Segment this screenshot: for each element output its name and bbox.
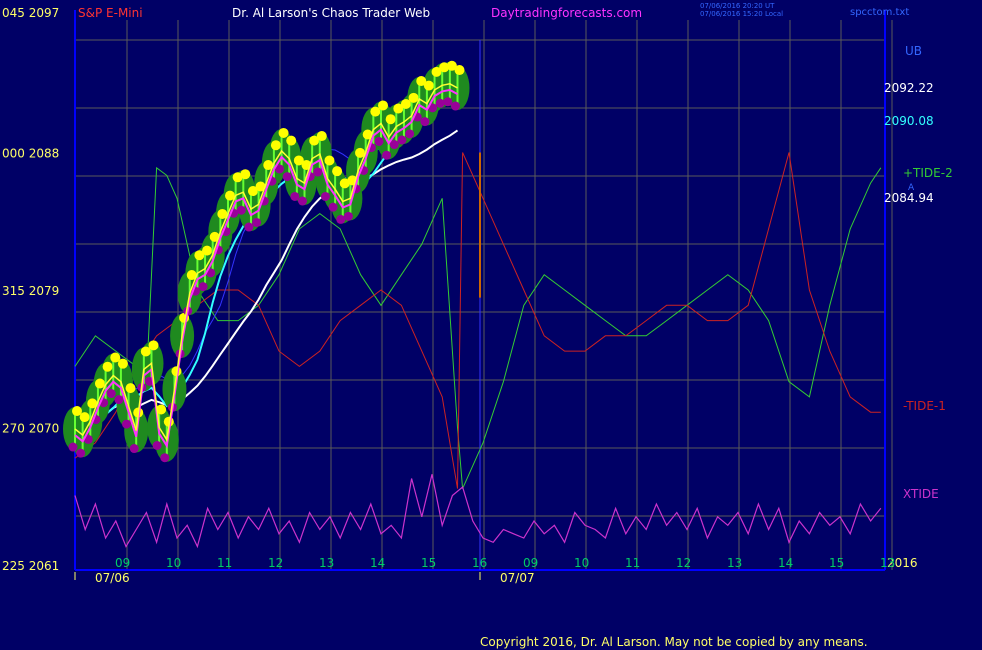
price-low-dot	[122, 419, 132, 429]
file-label: spcctom.txt	[850, 7, 909, 18]
x-tick-label: 11	[625, 556, 640, 570]
timestamp-utc: 07/06/2016 20:20 UT	[700, 2, 775, 10]
copyright: Copyright 2016, Dr. Al Larson. May not b…	[480, 635, 868, 649]
tide-lines	[74, 152, 882, 549]
price-low-dot	[152, 441, 162, 450]
y-tick-label: 270 2070	[2, 422, 59, 436]
price-high-dot	[94, 378, 105, 389]
x-tick-label: 10	[166, 556, 181, 570]
x-tick-label: 09	[523, 556, 538, 570]
x-tick-label: 14	[778, 556, 793, 570]
price-high-dot	[148, 340, 159, 351]
x-tick-label: 15	[829, 556, 844, 570]
x-tick-label: 11	[217, 556, 232, 570]
price-high-dot	[408, 92, 419, 103]
price-low-dot	[298, 196, 307, 206]
price-low-dot	[290, 191, 300, 201]
x-tick-label: 09	[115, 556, 130, 570]
price-low-dot	[252, 217, 262, 227]
price-low-dot	[443, 97, 453, 107]
tide-minus-line	[74, 152, 881, 489]
price-high-dot	[278, 127, 289, 138]
price-high-dot	[79, 412, 90, 423]
ub-value-label: 2092.22	[884, 81, 934, 95]
price-low-dot	[405, 129, 415, 139]
date-label: 07/06	[95, 571, 130, 585]
x-tick-label: 13	[880, 556, 895, 570]
price-low-dot	[343, 211, 353, 221]
price-low-dot	[129, 444, 139, 454]
price-high-dot	[454, 65, 465, 76]
price-low-dot	[244, 222, 254, 232]
price-high-dot	[423, 80, 434, 91]
y-tick-label: 000 2088	[2, 147, 59, 161]
price-low-dot	[328, 202, 338, 212]
price-low-dot	[420, 117, 430, 127]
y-axis-left: 000 2088 315 2079 270 2070 225 2061	[2, 147, 59, 574]
price-high-dot	[378, 100, 388, 111]
left-top-price: 045 2097	[2, 6, 59, 20]
x-tick-label: 12	[676, 556, 691, 570]
price-high-dot	[240, 169, 251, 180]
price-low-dot	[282, 172, 292, 182]
xtide-line	[74, 474, 882, 549]
tide-minus-label: -TIDE-1	[903, 399, 946, 413]
price-low-dot	[313, 167, 323, 177]
price-high-dot	[102, 361, 113, 372]
cyan-value-label: 2090.08	[884, 114, 934, 128]
price-low-dot	[106, 389, 116, 399]
price-low-dot	[160, 453, 170, 463]
y-tick-label: 225 2061	[2, 559, 59, 573]
x-tick-label: 15	[421, 556, 436, 570]
tide-plus-line	[74, 166, 882, 489]
chart-canvas: 045 2097 S&P E-Mini Dr. Al Larson's Chao…	[2, 2, 953, 649]
price-low-dot	[198, 282, 208, 292]
x-tick-label: 12	[268, 556, 283, 570]
price-low-dot	[336, 214, 346, 224]
site-link[interactable]: Daytradingforecasts.com	[491, 6, 642, 20]
price-high-dot	[202, 245, 213, 256]
price-high-dot	[125, 383, 136, 394]
price-low-dot	[374, 136, 384, 146]
xtide-label: XTIDE	[903, 487, 939, 501]
price-low-dot	[320, 191, 330, 201]
price-high-dot	[332, 166, 343, 177]
x-tick-label: 16	[472, 556, 487, 570]
tide-plus-label: +TIDE-2	[903, 166, 953, 180]
price-low-dot	[68, 442, 78, 452]
price-low-dot	[236, 205, 246, 215]
price-low-dot	[451, 101, 460, 111]
price-high-dot	[286, 135, 297, 146]
chart-title: Dr. Al Larson's Chaos Trader Web	[232, 6, 430, 20]
price-low-dot	[435, 98, 445, 108]
price-low-dot	[76, 448, 86, 458]
x-tick-label: 10	[574, 556, 589, 570]
x-tick-label: 14	[370, 556, 385, 570]
price-high-dot	[117, 358, 128, 369]
price-band	[63, 60, 470, 463]
price-high-dot	[385, 114, 396, 125]
white-value-label: 2084.94	[884, 191, 934, 205]
x-tick-label: 13	[727, 556, 742, 570]
x-tick-label: 13	[319, 556, 334, 570]
price-high-dot	[324, 155, 335, 166]
price-low-dot	[397, 135, 407, 145]
price-low-dot	[382, 150, 392, 160]
date-label: 07/07	[500, 571, 535, 585]
price-low-dot	[114, 395, 124, 405]
price-high-dot	[270, 140, 281, 151]
symbol-label: S&P E-Mini	[78, 6, 143, 20]
price-high-dot	[316, 131, 327, 142]
y-tick-label: 315 2079	[2, 284, 59, 298]
timestamp-local: 07/06/2016 15:20 Local	[700, 10, 783, 18]
ub-label: UB	[905, 44, 922, 58]
